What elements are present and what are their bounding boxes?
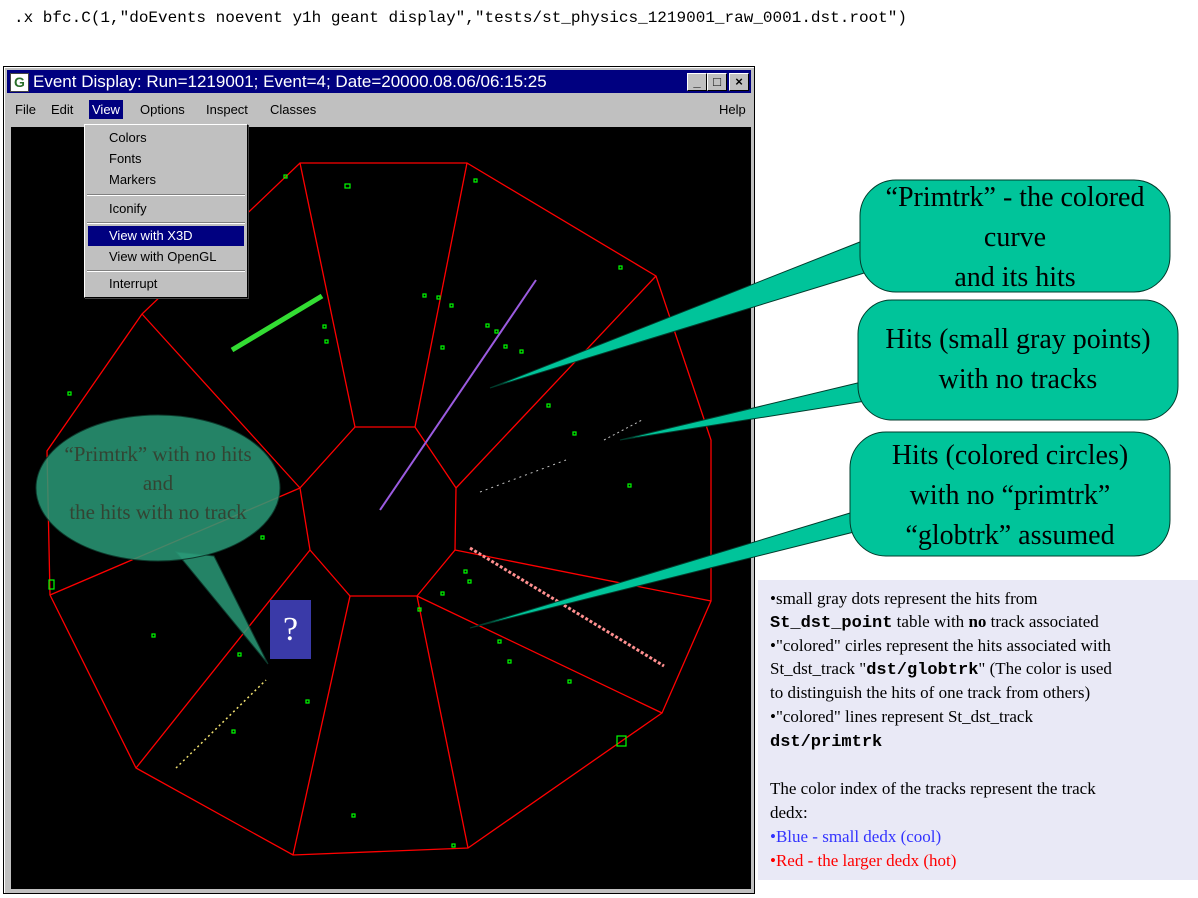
note-text: •"colored" lines represent St_dst_track bbox=[770, 707, 1033, 726]
menu-separator bbox=[87, 222, 245, 224]
menu-inspect[interactable]: Inspect bbox=[204, 102, 250, 117]
question-mark-box: ? bbox=[270, 600, 311, 659]
menu-help[interactable]: Help bbox=[717, 102, 748, 117]
maximize-button[interactable]: □ bbox=[707, 73, 727, 91]
view-item-fonts[interactable]: Fonts bbox=[88, 149, 244, 169]
callout-gray-hits-line: Hits (small gray points) bbox=[885, 324, 1151, 355]
callout-primtrk-line: “Primtrk” - the colored bbox=[885, 182, 1145, 213]
view-item-colors[interactable]: Colors bbox=[88, 128, 244, 148]
callout-no-hits-text: “Primtrk” with no hits and the hits with… bbox=[36, 440, 280, 527]
note-line: •small gray dots represent the hits from bbox=[770, 587, 1038, 611]
menu-view[interactable]: View bbox=[89, 100, 123, 119]
callout-colored-hits-text: Hits (colored circles) with no “primtrk”… bbox=[850, 436, 1170, 556]
note-text: table with bbox=[892, 612, 969, 631]
menu-bar: File Edit View Options Inspect Classes H… bbox=[7, 94, 751, 124]
note-text: track associated bbox=[986, 612, 1099, 631]
app-icon-letter: G bbox=[14, 74, 25, 90]
callout-primtrk-line: and its hits bbox=[954, 262, 1076, 293]
callout-colored-hits-line: with no “primtrk” bbox=[909, 480, 1111, 511]
menu-edit[interactable]: Edit bbox=[49, 102, 75, 117]
app-icon: G bbox=[10, 73, 29, 92]
note-line: •"colored" lines represent St_dst_track bbox=[770, 705, 1033, 729]
note-code: dst/globtrk bbox=[866, 661, 979, 680]
note-line: The color index of the tracks represent … bbox=[770, 777, 1096, 801]
callout-no-hits-line: the hits with no track bbox=[69, 500, 247, 524]
callout-primtrk-text: “Primtrk” - the colored curve and its hi… bbox=[860, 178, 1170, 298]
note-line-blue: •Blue - small dedx (cool) bbox=[770, 825, 941, 849]
note-code: dst/primtrk bbox=[770, 733, 883, 752]
view-item-iconify[interactable]: Iconify bbox=[88, 199, 244, 219]
note-text: St_dst_track " bbox=[770, 659, 867, 678]
view-dropdown: Colors Fonts Markers Iconify View with X… bbox=[84, 124, 248, 298]
view-item-x3d-label: View with X3D bbox=[109, 228, 193, 243]
view-item-markers[interactable]: Markers bbox=[88, 170, 244, 190]
view-item-interrupt[interactable]: Interrupt bbox=[88, 274, 244, 294]
note-line: dedx: bbox=[770, 801, 808, 825]
note-line: •"colored" cirles represent the hits ass… bbox=[770, 634, 1111, 658]
view-item-x3d[interactable]: View with X3D bbox=[88, 226, 244, 246]
close-button[interactable]: × bbox=[729, 73, 749, 91]
callout-colored-hits-line: “globtrk” assumed bbox=[905, 520, 1115, 551]
view-item-fonts-label: Fonts bbox=[109, 151, 142, 166]
callout-gray-hits-line: with no tracks bbox=[938, 364, 1098, 395]
menu-classes[interactable]: Classes bbox=[268, 102, 318, 117]
note-text: The color index of the tracks represent … bbox=[770, 779, 1096, 798]
view-item-markers-label: Markers bbox=[109, 172, 156, 187]
note-line: to distinguish the hits of one track fro… bbox=[770, 681, 1090, 705]
callout-no-hits-line: “Primtrk” with no hits bbox=[64, 442, 252, 466]
view-item-opengl-label: View with OpenGL bbox=[109, 249, 217, 264]
note-text: •small gray dots represent the hits from bbox=[770, 589, 1038, 608]
note-text: •Red - the larger dedx (hot) bbox=[770, 851, 957, 870]
title-bar[interactable]: G Event Display: Run=1219001; Event=4; D… bbox=[7, 70, 751, 93]
callout-colored-hits-line: Hits (colored circles) bbox=[891, 440, 1129, 471]
note-line: dst/primtrk bbox=[770, 729, 882, 755]
legend-notes: •small gray dots represent the hits from… bbox=[758, 580, 1198, 880]
menu-separator bbox=[87, 194, 245, 196]
menu-options[interactable]: Options bbox=[138, 102, 187, 117]
note-text: •"colored" cirles represent the hits ass… bbox=[770, 636, 1111, 655]
note-text: dedx: bbox=[770, 803, 808, 822]
note-line: St_dst_track "dst/globtrk" (The color is… bbox=[770, 657, 1112, 683]
menu-file[interactable]: File bbox=[13, 102, 38, 117]
note-text: " (The color is used bbox=[978, 659, 1112, 678]
note-line: St_dst_point table with no track associa… bbox=[770, 610, 1099, 636]
note-bold: no bbox=[968, 612, 987, 631]
note-text: to distinguish the hits of one track fro… bbox=[770, 683, 1091, 702]
menu-separator bbox=[87, 270, 245, 272]
callout-gray-hits-text: Hits (small gray points) with no tracks bbox=[858, 320, 1178, 400]
note-line-red: •Red - the larger dedx (hot) bbox=[770, 849, 956, 873]
view-item-opengl[interactable]: View with OpenGL bbox=[88, 247, 244, 267]
view-item-colors-label: Colors bbox=[109, 130, 147, 145]
callout-primtrk-line: curve bbox=[983, 222, 1047, 253]
command-line: .x bfc.C(1,"doEvents noevent y1h geant d… bbox=[14, 9, 907, 27]
view-item-interrupt-label: Interrupt bbox=[109, 276, 158, 291]
callout-no-hits-line: and bbox=[142, 471, 174, 495]
note-code: St_dst_point bbox=[770, 614, 893, 633]
window-title: Event Display: Run=1219001; Event=4; Dat… bbox=[33, 72, 547, 91]
note-text: •Blue - small dedx (cool) bbox=[770, 827, 942, 846]
view-item-iconify-label: Iconify bbox=[109, 201, 147, 216]
minimize-button[interactable]: _ bbox=[687, 73, 707, 91]
